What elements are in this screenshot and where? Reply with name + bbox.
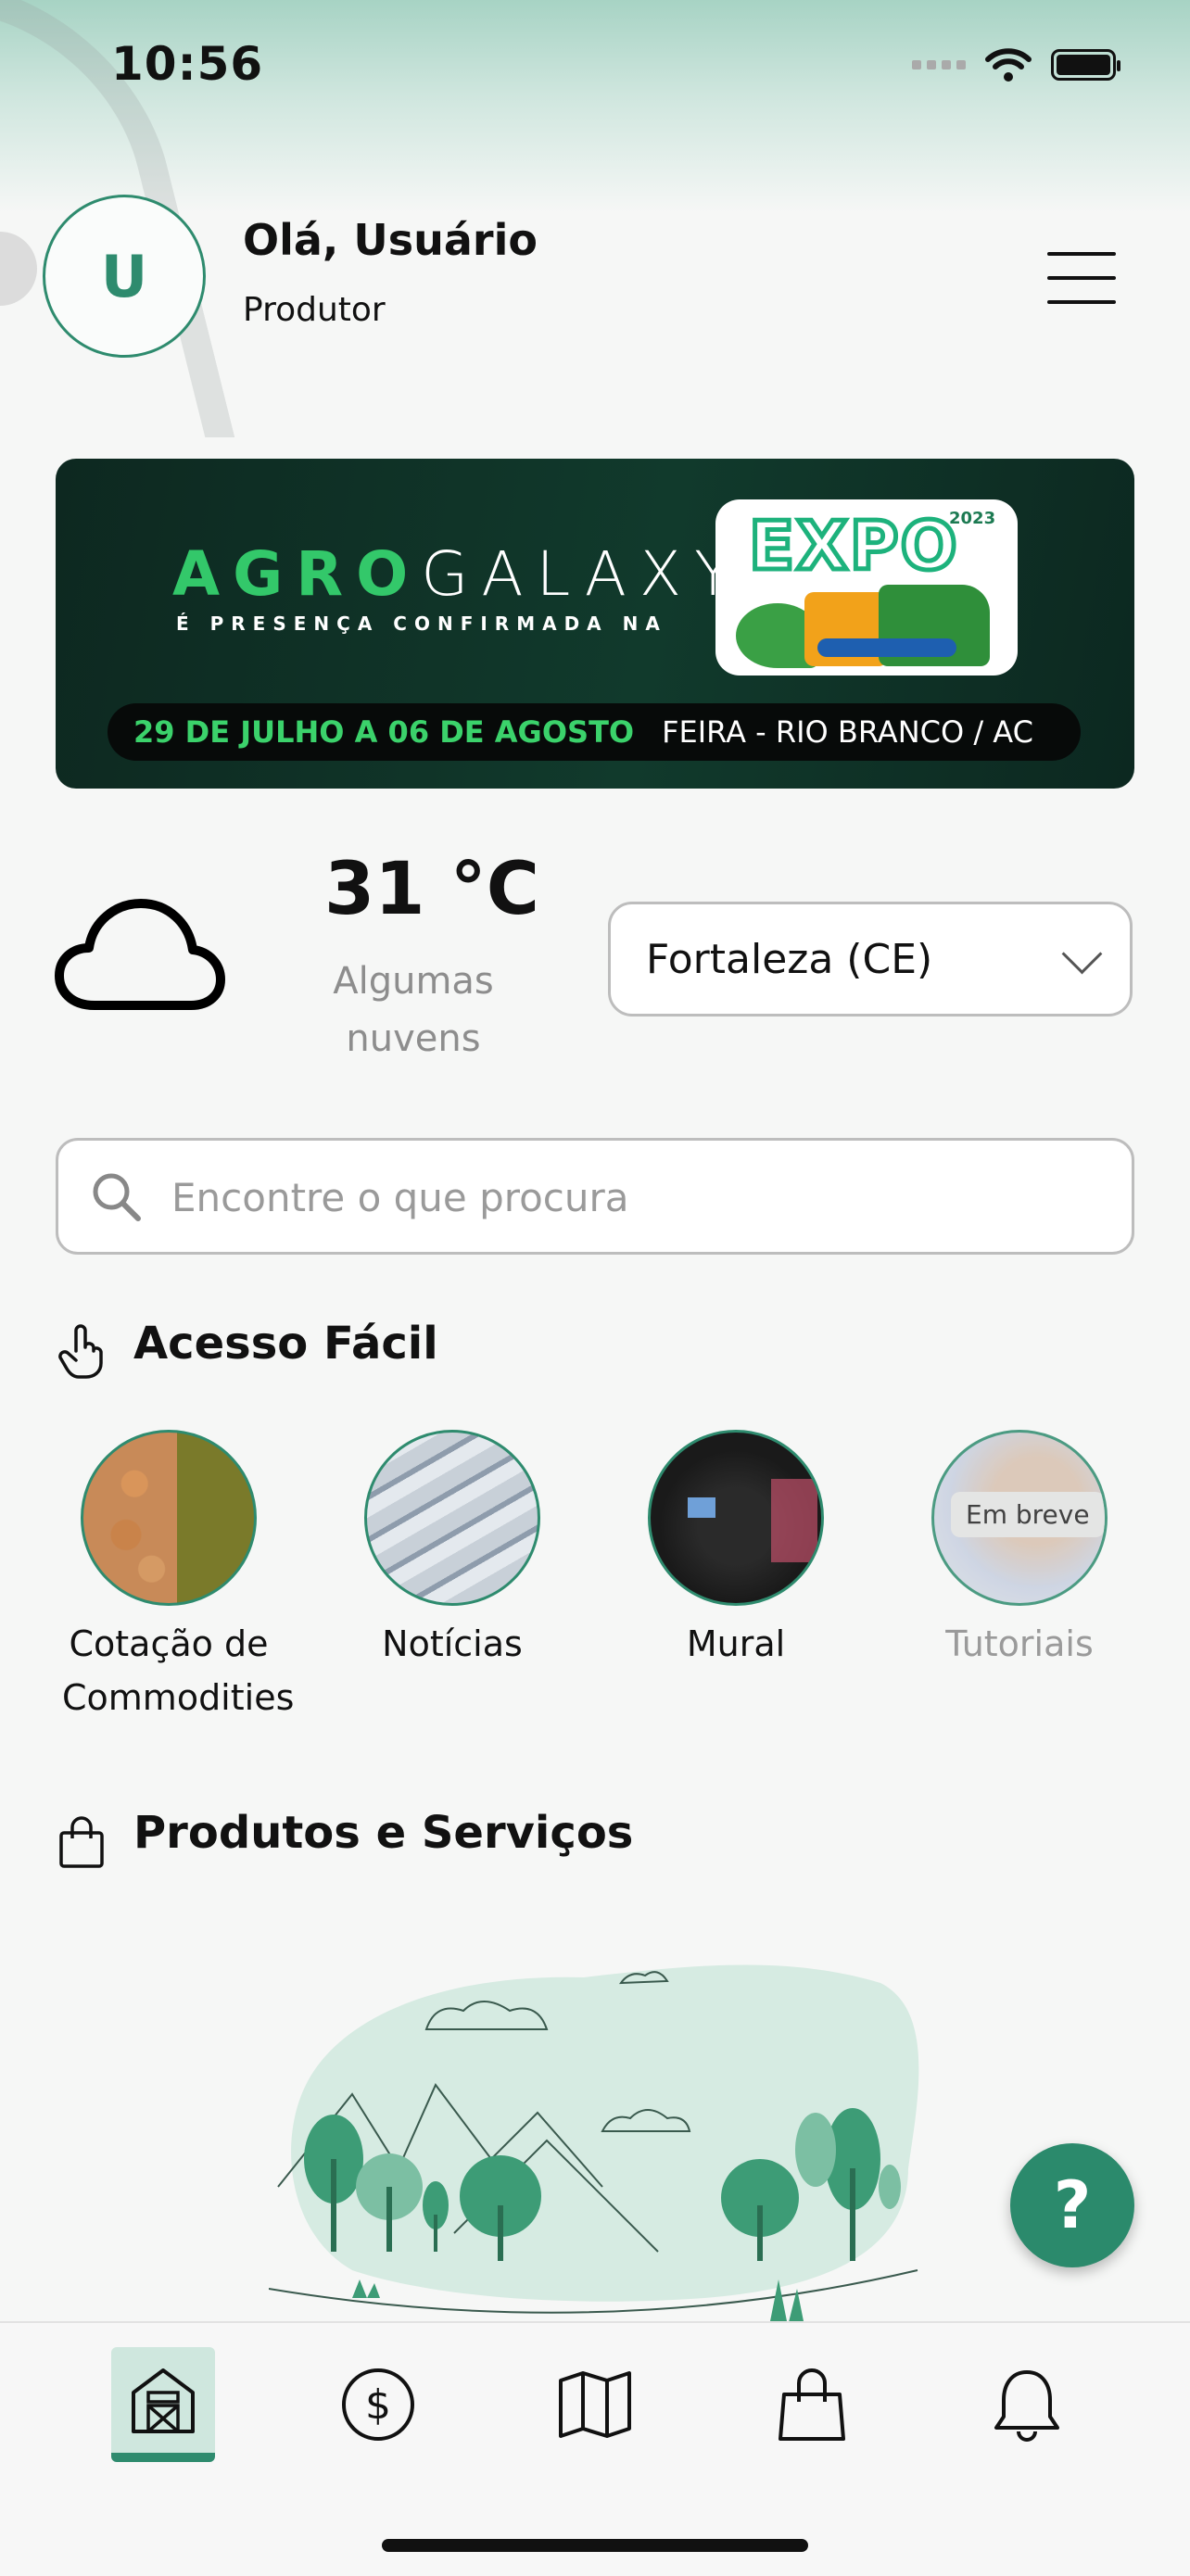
weather-condition: Algumas nuvens [333,960,494,1060]
battery-icon [1051,49,1120,81]
quick-access-news[interactable]: Notícias [346,1430,559,1671]
tab-shop[interactable] [760,2347,864,2462]
hamburger-menu-icon[interactable] [1047,252,1116,304]
city-select[interactable]: Fortaleza (CE) [608,902,1133,1017]
banner-location: FEIRA - RIO BRANCO / AC [662,714,1033,750]
tab-map[interactable] [543,2347,647,2462]
wifi-icon [985,48,1032,82]
quick-access-title: Acesso Fácil [133,1318,438,1370]
news-image [364,1430,540,1606]
banner-subtitle: É PRESENÇA CONFIRMADA NA [176,612,667,635]
shopping-bag-icon [779,2368,845,2441]
avatar[interactable]: U [43,195,206,358]
products-title: Produtos e Serviços [133,1807,634,1859]
cloud-icon [55,899,225,1010]
signal-icon [912,60,966,69]
home-indicator [382,2539,808,2552]
quick-access-mural[interactable]: Mural [629,1430,842,1671]
search-box[interactable] [56,1138,1134,1255]
banner-dates: 29 DE JULHO A 06 DE AGOSTO [133,714,635,750]
status-time: 10:56 [111,37,264,91]
header-background [0,0,1190,213]
temperature: 31 °C [324,848,539,931]
tab-finance[interactable]: $ [326,2347,430,2462]
bottom-tab-bar: $ [0,2321,1190,2576]
quick-access-label: Mural [686,1623,786,1664]
landscape-illustration [269,1964,919,2326]
tutorials-image: Em breve [931,1430,1108,1606]
banner-brand: AGROGALAXY [172,538,745,610]
coming-soon-badge: Em breve [951,1492,1105,1537]
search-input[interactable] [170,1141,1100,1254]
barn-icon [132,2368,195,2433]
help-button[interactable]: ? [1010,2143,1134,2267]
bell-icon [994,2370,1059,2442]
mural-image [648,1430,824,1606]
quick-access-tutorials: Em breve Tutoriais [913,1430,1126,1671]
promo-banner[interactable]: AGROGALAXY É PRESENÇA CONFIRMADA NA EXPO… [56,459,1134,789]
city-selected: Fortaleza (CE) [646,935,933,983]
tab-home[interactable] [111,2347,215,2462]
quick-access-commodities[interactable]: Cotação de Commodities [62,1430,295,1724]
quick-access-label: Cotação de Commodities [62,1623,295,1718]
banner-info-bar: 29 DE JULHO A 06 DE AGOSTO FEIRA - RIO B… [108,703,1081,761]
quick-access-label: Tutoriais [945,1623,1094,1664]
chevron-down-icon [1061,933,1103,975]
quick-access-label: Notícias [382,1623,523,1664]
expo-logo: EXPO 2023 [715,499,1018,676]
hand-pointer-icon [58,1324,103,1379]
greeting: Olá, Usuário [243,215,538,265]
commodities-image [81,1430,257,1606]
search-icon [93,1173,141,1221]
user-role: Produtor [243,291,386,329]
tab-notifications[interactable] [975,2347,1079,2462]
svg-text:$: $ [365,2381,391,2429]
dollar-icon: $ [342,2368,414,2441]
shopping-bag-icon [59,1816,104,1868]
status-icons [912,46,1120,83]
map-icon [559,2371,631,2438]
